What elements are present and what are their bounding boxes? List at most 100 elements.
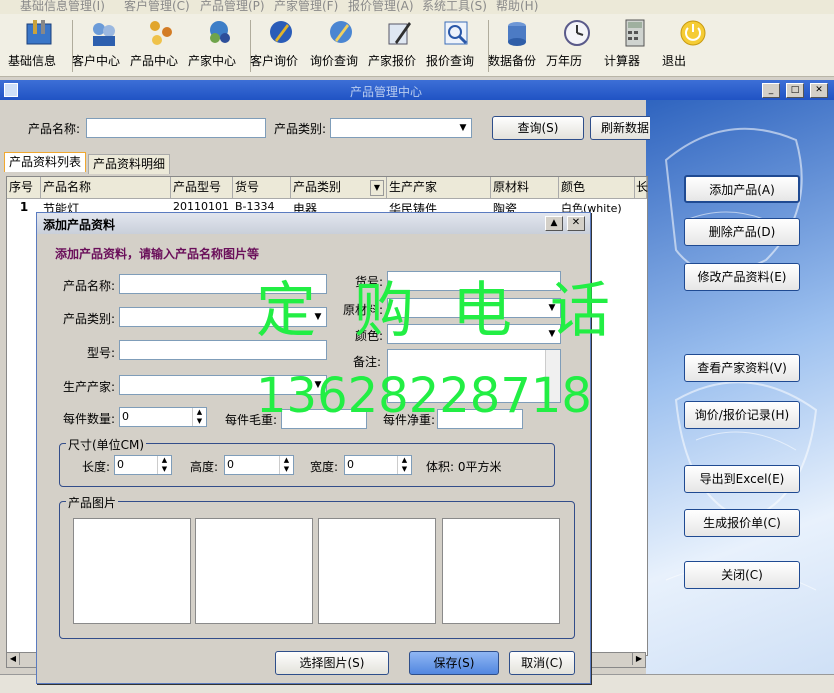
factories-icon (210, 21, 230, 43)
export-excel-button[interactable]: 导出到Excel(E) (684, 465, 800, 493)
watermark-phone: 13628228718 (256, 368, 592, 424)
spin-arrows-icon[interactable]: ▲ ▼ (157, 456, 171, 474)
scroll-left-icon[interactable]: ◀ (7, 653, 20, 665)
toolbar-customer-inquiry-button[interactable]: 客户询价 (250, 18, 312, 74)
column-header[interactable]: 产品型号 (171, 177, 233, 199)
menu-basic-info[interactable]: 基础信息管理(I) (20, 0, 105, 14)
window-title: 产品管理中心 (350, 85, 423, 99)
customers-icon (93, 23, 115, 46)
toolbox-icon (26, 20, 52, 45)
dialog-title-bar: 添加产品资料 ▲ ✕ (37, 213, 590, 234)
save-button[interactable]: 保存(S) (409, 651, 499, 675)
maximize-button[interactable]: □ (786, 83, 804, 98)
inquiry-history-button[interactable]: 询价/报价记录(H) (684, 401, 800, 429)
customer-inquiry-icon (270, 21, 292, 43)
spin-arrows-icon[interactable]: ▲ ▼ (192, 408, 206, 426)
length-stepper[interactable]: 0 ▲ ▼ (114, 455, 172, 475)
toolbar-quote-search-button[interactable]: 报价查询 (426, 18, 488, 74)
menu-tools[interactable]: 系统工具(S) (422, 0, 487, 14)
qty-stepper[interactable]: 0 ▲ ▼ (119, 407, 207, 427)
height-label: 高度: (190, 460, 219, 474)
collapse-icon[interactable]: ▲ (545, 216, 563, 231)
volume-text: 体积: 0平方米 (426, 460, 502, 474)
scroll-right-icon[interactable]: ▶ (632, 653, 645, 665)
toolbar-inquiry-search-button[interactable]: 询价查询 (310, 18, 372, 74)
menu-products[interactable]: 产品管理(P) (200, 0, 265, 14)
toolbar-calendar-button[interactable]: 万年历 (546, 18, 608, 74)
length-label: 长度: (82, 460, 111, 474)
tab-product-list[interactable]: 产品资料列表 (4, 152, 87, 172)
query-button[interactable]: 查询(S) (492, 116, 584, 140)
cancel-button[interactable]: 取消(C) (509, 651, 575, 675)
category-field-label: 产品类别: (63, 312, 116, 326)
toolbar-exit-button[interactable]: 退出 (662, 18, 724, 74)
product-name-label: 产品名称: (28, 122, 81, 136)
exit-icon (680, 20, 706, 46)
column-header[interactable]: 货号 (233, 177, 291, 199)
quote-search-icon (444, 21, 468, 45)
chevron-down-icon: ▼ (455, 119, 471, 137)
column-header[interactable]: 原材料 (491, 177, 559, 199)
photo-slot[interactable] (73, 518, 191, 624)
dialog-subtitle: 添加产品资料，请输入产品名称图片等 (55, 247, 260, 261)
backup-icon (508, 22, 526, 46)
main-toolbar: 基础信息 客户中心 产品中心 产家中心 客户询价 询价查询 产家报价 报价查询 … (0, 14, 834, 77)
category-label: 产品类别: (274, 122, 327, 136)
inquiry-search-icon (330, 21, 352, 43)
photo-group-title: 产品图片 (66, 494, 119, 511)
menu-quotes[interactable]: 报价管理(A) (348, 0, 414, 14)
toolbar-customers-button[interactable]: 客户中心 (72, 18, 134, 74)
add-product-button[interactable]: 添加产品(A) (684, 175, 800, 203)
name-label: 产品名称: (63, 279, 116, 293)
watermark-title: 定购电话 (256, 276, 648, 346)
menu-factories[interactable]: 产家管理(F) (274, 0, 338, 14)
spin-arrows-icon[interactable]: ▲ ▼ (397, 456, 411, 474)
menu-customers[interactable]: 客户管理(C) (124, 0, 190, 14)
refresh-button[interactable]: 刷新数据 (590, 116, 650, 140)
model-label: 型号: (87, 346, 116, 360)
column-header[interactable]: 产品名称 (41, 177, 171, 199)
column-header[interactable]: 颜色 (559, 177, 635, 199)
close-button[interactable]: 关闭(C) (684, 561, 800, 589)
maker-label: 生产产家: (63, 380, 116, 394)
toolbar-products-button[interactable]: 产品中心 (130, 18, 192, 74)
toolbar-calculator-button[interactable]: 计算器 (604, 18, 666, 74)
window-title-bar: 产品管理中心 _ □ ✕ (0, 80, 834, 100)
toolbar-factory-quote-button[interactable]: 产家报价 (368, 18, 430, 74)
window-app-icon (4, 83, 18, 97)
products-icon (150, 21, 172, 45)
generate-quote-button[interactable]: 生成报价单(C) (684, 509, 800, 537)
size-group: 尺寸(单位CM) 长度: 0 ▲ ▼ 高度: 0 ▲ ▼ 宽度: 0 ▲ ▼ 体积: 0平方… (59, 436, 555, 487)
dialog-title: 添加产品资料 (43, 218, 116, 232)
width-stepper[interactable]: 0 ▲ ▼ (344, 455, 412, 475)
spin-arrows-icon[interactable]: ▲ ▼ (279, 456, 293, 474)
toolbar-backup-button[interactable]: 数据备份 (488, 18, 550, 74)
edit-product-button[interactable]: 修改产品资料(E) (684, 263, 800, 291)
select-photo-button[interactable]: 选择图片(S) (275, 651, 389, 675)
view-factory-button[interactable]: 查看产家资料(V) (684, 354, 800, 382)
height-stepper[interactable]: 0 ▲ ▼ (224, 455, 294, 475)
size-group-title: 尺寸(单位CM) (66, 436, 147, 453)
column-header[interactable]: 产品类别 ▼ (291, 177, 387, 199)
toolbar-factories-button[interactable]: 产家中心 (188, 18, 250, 74)
qty-label: 每件数量: (63, 412, 116, 426)
calculator-icon (625, 19, 645, 47)
factory-quote-icon (388, 22, 411, 45)
product-name-search-input[interactable] (86, 118, 266, 138)
delete-product-button[interactable]: 删除产品(D) (684, 218, 800, 246)
close-window-button[interactable]: ✕ (810, 83, 828, 98)
photo-slot[interactable] (195, 518, 313, 624)
photo-slot[interactable] (442, 518, 560, 624)
tab-product-detail[interactable]: 产品资料明细 (88, 154, 171, 174)
minimize-button[interactable]: _ (762, 83, 780, 98)
photo-slot[interactable] (318, 518, 436, 624)
category-search-select[interactable]: ▼ (330, 118, 472, 138)
column-header[interactable]: 长 (635, 177, 648, 199)
filter-icon[interactable]: ▼ (370, 180, 384, 196)
menu-help[interactable]: 帮助(H) (496, 0, 538, 14)
close-icon[interactable]: ✕ (567, 216, 585, 231)
toolbar-basic-info-button[interactable]: 基础信息 (8, 18, 70, 74)
width-label: 宽度: (310, 460, 339, 474)
column-header[interactable]: 序号 (7, 177, 41, 199)
column-header[interactable]: 生产产家 (387, 177, 491, 199)
